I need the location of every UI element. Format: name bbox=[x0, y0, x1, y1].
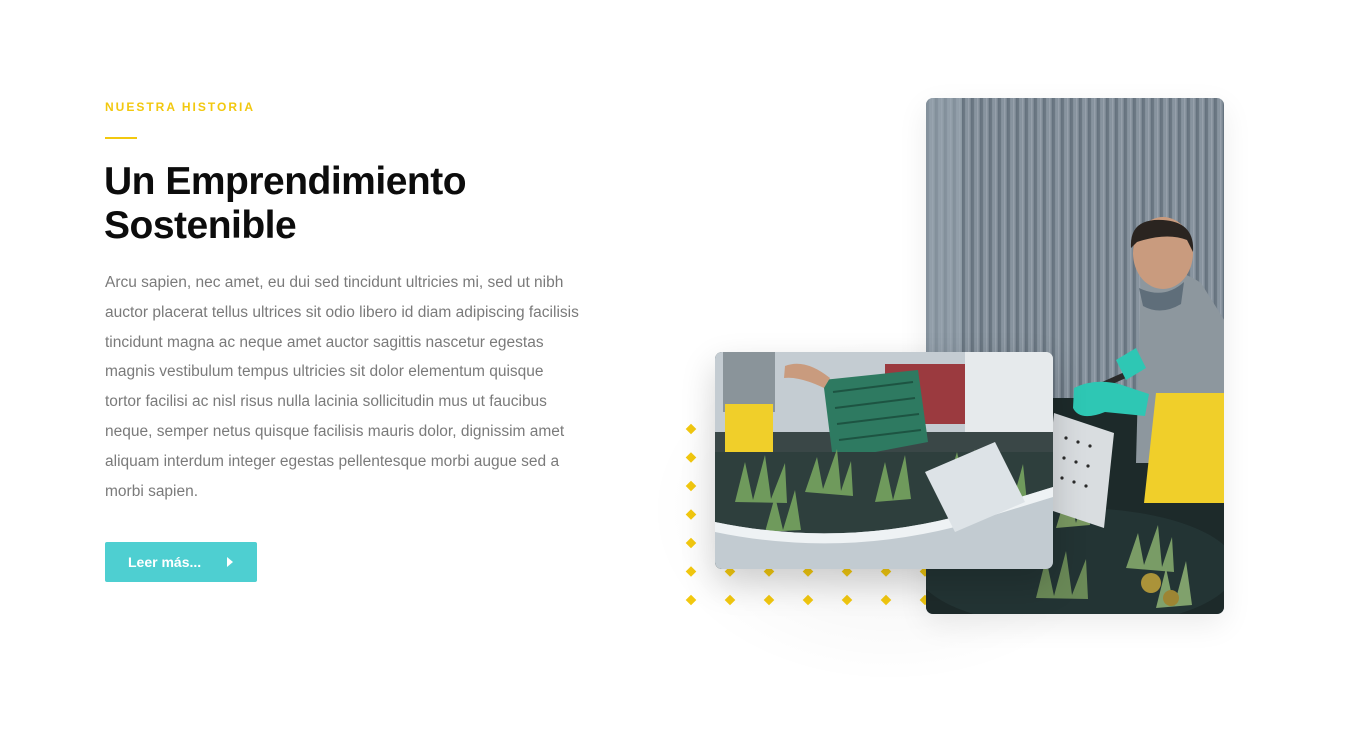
section-title: Un Emprendimiento Sostenible bbox=[104, 160, 584, 248]
section-eyebrow: NUESTRA HISTORIA bbox=[105, 100, 256, 114]
caret-right-icon bbox=[227, 557, 233, 567]
diamond-dot bbox=[685, 452, 697, 463]
diamond-dot bbox=[685, 537, 697, 549]
crate-photo bbox=[715, 352, 1053, 569]
diamond-dot bbox=[802, 594, 814, 606]
diamond-dot bbox=[763, 594, 775, 606]
title-line-2: Sostenible bbox=[104, 204, 297, 247]
diamond-dot bbox=[685, 566, 697, 577]
crate-photo-image bbox=[715, 352, 1053, 569]
diamond-dot bbox=[685, 423, 697, 435]
read-more-button[interactable]: Leer más... bbox=[105, 542, 257, 582]
diamond-dot bbox=[685, 594, 697, 606]
diamond-dot bbox=[841, 594, 853, 606]
diamond-dot bbox=[685, 509, 697, 520]
section-body: Arcu sapien, nec amet, eu dui sed tincid… bbox=[105, 274, 579, 500]
eyebrow-divider bbox=[105, 137, 137, 139]
title-line-1: Un Emprendimiento bbox=[104, 160, 467, 203]
diamond-dot bbox=[685, 480, 697, 492]
about-section: NUESTRA HISTORIA Un Emprendimiento Soste… bbox=[0, 0, 1349, 734]
read-more-label: Leer más... bbox=[128, 554, 202, 570]
diamond-dot bbox=[724, 594, 736, 606]
diamond-dot bbox=[880, 594, 892, 606]
